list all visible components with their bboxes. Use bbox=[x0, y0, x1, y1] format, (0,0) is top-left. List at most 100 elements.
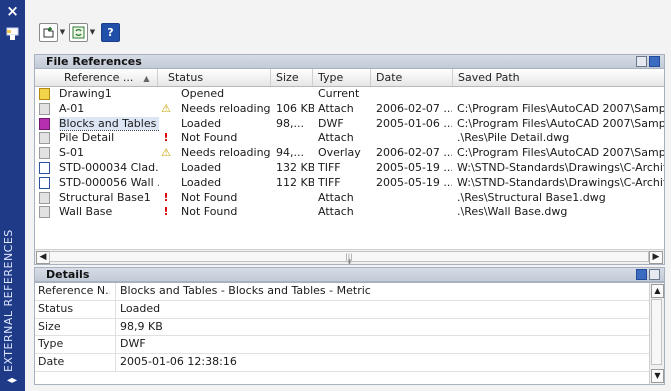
refresh-dropdown-icon[interactable]: ▼ bbox=[88, 28, 97, 36]
details-header[interactable]: Details bbox=[34, 267, 665, 282]
grey-file-icon bbox=[39, 147, 50, 160]
column-header-status[interactable]: Status bbox=[158, 69, 271, 86]
reference-date: 2006-02-07 ... bbox=[376, 102, 452, 117]
details-row: Status Loaded bbox=[35, 300, 664, 319]
properties-toggle-icon[interactable]: ◂▸ bbox=[5, 374, 19, 388]
reference-name: Blocks and Tables ... bbox=[59, 116, 159, 132]
external-references-palette: × EXTERNAL REFERENCES ◂▸ ▼ ▼ ? File Refe… bbox=[0, 0, 671, 391]
refresh-button[interactable]: ▼ bbox=[69, 21, 97, 43]
file-reference-row[interactable]: STD-000034 Clad... Loaded 132 KB TIFF 2005-0… bbox=[35, 161, 664, 176]
reference-status-text: Loaded bbox=[181, 160, 222, 174]
help-icon: ? bbox=[101, 22, 120, 42]
file-type-icon bbox=[39, 176, 53, 191]
details-row: Size 98,9 KB bbox=[35, 318, 664, 337]
grey-file-icon bbox=[39, 206, 50, 219]
vertical-scrollbar[interactable]: ▲ ▼ bbox=[649, 283, 664, 384]
file-references-list[interactable]: Reference ... ▲ Status Size Type Date Sav… bbox=[34, 68, 665, 265]
file-reference-row[interactable]: S-01 ⚠ Needs reloading 94,... Overlay 2006-02… bbox=[35, 146, 664, 161]
scroll-down-icon[interactable]: ▼ bbox=[651, 369, 664, 383]
attach-button[interactable]: ▼ bbox=[39, 21, 67, 43]
reference-date bbox=[376, 205, 452, 220]
reference-type-text: Attach bbox=[318, 190, 354, 204]
file-reference-row[interactable]: A-01 ⚠ Needs reloading 106 KB Attach 2006-02-… bbox=[35, 102, 664, 117]
file-reference-row[interactable]: Pile Detail! Not Found Attach .\Res\Pile De… bbox=[35, 131, 664, 146]
attach-dropdown-icon[interactable]: ▼ bbox=[58, 28, 67, 36]
details-value: Loaded bbox=[115, 300, 645, 318]
preview-view-icon[interactable] bbox=[649, 269, 660, 280]
reference-name-text: Blocks and Tables ... bbox=[59, 116, 159, 131]
attach-icon bbox=[39, 22, 58, 42]
column-header-size[interactable]: Size bbox=[271, 69, 313, 86]
reference-date-text: 2005-05-19 ... bbox=[376, 160, 452, 174]
status-icon-slot bbox=[160, 176, 172, 191]
reference-date bbox=[376, 191, 452, 206]
file-reference-row[interactable]: Drawing1 Opened Current bbox=[35, 87, 664, 102]
file-reference-row[interactable]: Wall Base! Not Found Attach .\Res\Wall Base… bbox=[35, 205, 664, 220]
reference-status-text: Not Found bbox=[181, 131, 238, 145]
details-row: Type DWF bbox=[35, 336, 664, 355]
file-reference-row[interactable]: Structural Base1! Not Found Attach .\Res\St… bbox=[35, 191, 664, 206]
reference-size-text: 112 KB bbox=[276, 175, 314, 189]
reference-name: Structural Base1 bbox=[59, 191, 159, 206]
details-row: Reference N... Blocks and Tables - Blocks… bbox=[35, 283, 664, 301]
reference-size: 112 KB bbox=[276, 176, 314, 191]
column-header-type[interactable]: Type bbox=[313, 69, 371, 86]
file-type-icon bbox=[39, 146, 53, 161]
reference-status-text: Loaded bbox=[181, 175, 222, 189]
reference-type-text: Current bbox=[318, 87, 360, 100]
reference-type-text: Attach bbox=[318, 205, 354, 219]
details-view-icon[interactable] bbox=[636, 269, 647, 280]
details-label: Reference N... bbox=[38, 284, 110, 297]
reference-saved-path-text: C:\Program Files\AutoCAD 2007\Sample\She… bbox=[457, 146, 664, 160]
reference-date: 2005-01-06 ... bbox=[376, 117, 452, 132]
file-type-icon bbox=[39, 117, 53, 132]
palette-title-bar[interactable]: × EXTERNAL REFERENCES ◂▸ bbox=[0, 0, 25, 391]
details-label: Type bbox=[38, 337, 64, 351]
reference-size bbox=[276, 191, 314, 206]
details-row: Date 2005-01-06 12:38:16 bbox=[35, 354, 664, 372]
details-label: Status bbox=[38, 301, 74, 315]
file-reference-row[interactable]: Blocks and Tables ... Loaded 98,... DWF 2005… bbox=[35, 116, 664, 132]
auto-hide-icon[interactable] bbox=[6, 27, 19, 41]
details-title: Details bbox=[46, 268, 90, 281]
reference-saved-path: .\Res\Wall Base.dwg bbox=[457, 205, 664, 220]
reference-date bbox=[376, 131, 452, 146]
reference-status: Needs reloading bbox=[181, 102, 271, 117]
reference-date bbox=[376, 87, 452, 102]
reference-name-text: A-01 bbox=[59, 101, 85, 115]
file-references-header[interactable]: File References bbox=[34, 54, 665, 69]
reference-size: 106 KB bbox=[276, 102, 314, 117]
reference-type: Attach bbox=[318, 191, 368, 206]
help-button[interactable]: ? bbox=[101, 21, 120, 43]
scroll-up-icon[interactable]: ▲ bbox=[651, 284, 664, 298]
not-found-icon: ! bbox=[160, 205, 172, 220]
details-grid: Reference N... Blocks and Tables - Blocks… bbox=[34, 282, 665, 385]
reference-name-text: S-01 bbox=[59, 146, 84, 160]
column-header-saved-path[interactable]: Saved Path bbox=[453, 69, 664, 86]
dwg-file-icon bbox=[39, 88, 50, 100]
column-header-reference[interactable]: Reference ... ▲ bbox=[35, 69, 158, 86]
reference-type-text: Attach bbox=[318, 131, 354, 145]
reference-date: 2006-02-07 ... bbox=[376, 146, 452, 161]
reference-size: 132 KB bbox=[276, 161, 314, 176]
reference-type-text: TIFF bbox=[318, 160, 341, 174]
column-header-date[interactable]: Date bbox=[371, 69, 453, 86]
pane-splitter[interactable]: ⬍ bbox=[34, 258, 665, 266]
close-icon[interactable]: × bbox=[5, 4, 20, 19]
reference-type-text: TIFF bbox=[318, 175, 341, 189]
vertical-scroll-thumb[interactable] bbox=[651, 299, 662, 365]
file-reference-row[interactable]: STD-000056 Wall ... Loaded 112 KB TIFF 2005-… bbox=[35, 176, 664, 191]
reference-size bbox=[276, 131, 314, 146]
reference-status-text: Needs reloading bbox=[181, 101, 271, 115]
reference-name: Wall Base bbox=[59, 205, 159, 220]
not-found-icon: ! bbox=[160, 131, 172, 146]
reference-status: Needs reloading bbox=[181, 146, 271, 161]
list-view-icon[interactable] bbox=[636, 56, 647, 67]
reference-type: Attach bbox=[318, 205, 368, 220]
file-references-title: File References bbox=[46, 55, 142, 68]
reference-status: Not Found bbox=[181, 205, 271, 220]
reference-date: 2005-05-19 ... bbox=[376, 161, 452, 176]
file-type-icon bbox=[39, 205, 53, 220]
reference-date: 2005-05-19 ... bbox=[376, 176, 452, 191]
tree-view-icon[interactable] bbox=[649, 56, 660, 67]
